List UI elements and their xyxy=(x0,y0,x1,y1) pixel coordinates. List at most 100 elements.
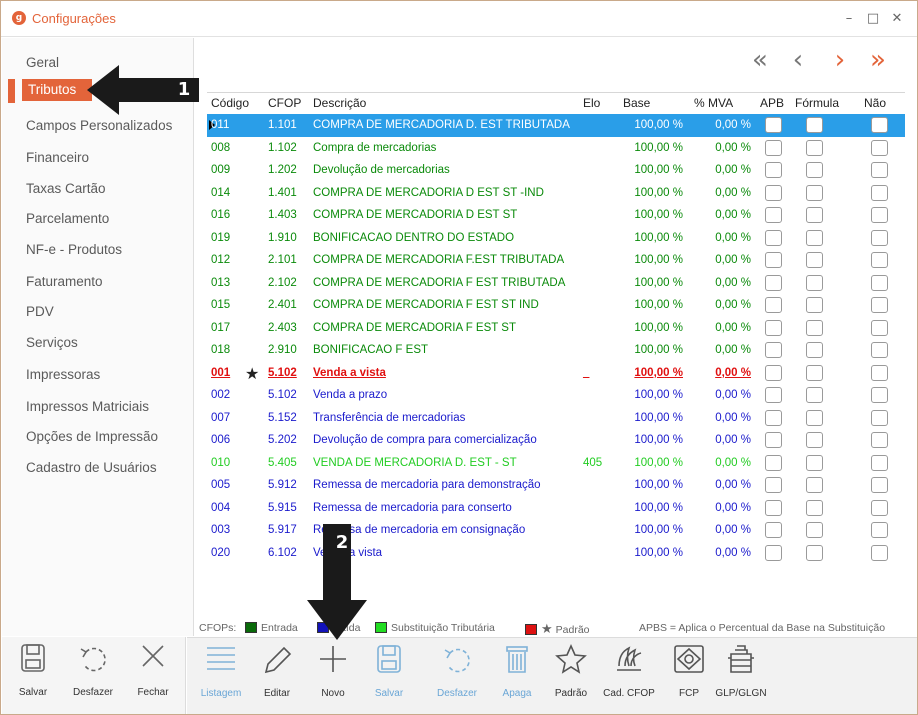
table-row[interactable]: 018 2.910 BONIFICACAO F EST 100,00 % 0,00 % xyxy=(207,339,905,362)
column-header-8[interactable]: Não xyxy=(864,96,886,110)
nao-checkbox[interactable] xyxy=(871,454,888,471)
sidebar-fechar-button[interactable]: Fechar xyxy=(124,637,182,714)
formula-checkbox[interactable] xyxy=(806,522,823,538)
table-row[interactable]: 005 5.912 Remessa de mercadoria para demon… xyxy=(207,474,905,497)
table-row[interactable]: 016 1.403 COMPRA DE MERCADORIA D EST ST 100… xyxy=(207,204,905,227)
sidebar-salvar-button[interactable]: Salvar xyxy=(4,637,62,714)
formula-checkbox[interactable] xyxy=(806,162,823,178)
apb-checkbox[interactable] xyxy=(765,544,782,561)
toolbar-cad-cfop-button[interactable]: Cad. CFOP xyxy=(599,638,659,715)
apb-checkbox[interactable] xyxy=(765,207,782,223)
table-row[interactable]: 007 5.152 Transferência de mercadorias 100,… xyxy=(207,407,905,430)
sidebar-item-impressos-matriciais[interactable]: Impressos Matriciais xyxy=(26,396,149,418)
apb-checkbox[interactable] xyxy=(765,184,782,201)
table-row[interactable]: 012 2.101 COMPRA DE MERCADORIA F.EST TRIBU… xyxy=(207,249,905,272)
nao-checkbox[interactable] xyxy=(871,117,888,133)
first-record-button[interactable]: « xyxy=(747,46,773,74)
nao-checkbox[interactable] xyxy=(871,274,888,291)
table-row[interactable]: 013 2.102 COMPRA DE MERCADORIA F EST TRIBU… xyxy=(207,272,905,295)
nao-checkbox[interactable] xyxy=(871,207,888,223)
column-header-4[interactable]: Base xyxy=(623,96,650,110)
formula-checkbox[interactable] xyxy=(806,319,823,336)
formula-checkbox[interactable] xyxy=(806,454,823,471)
sidebar-item-impressoras[interactable]: Impressoras xyxy=(26,364,100,386)
table-row[interactable]: 010 5.405 VENDA DE MERCADORIA D. EST - ST 4… xyxy=(207,452,905,475)
formula-checkbox[interactable] xyxy=(806,364,823,381)
table-row[interactable]: 011 1.101 COMPRA DE MERCADORIA D. EST TRIB… xyxy=(207,114,905,137)
column-header-1[interactable]: CFOP xyxy=(268,96,301,110)
toolbar-apaga-button[interactable]: Apaga xyxy=(487,638,547,715)
sidebar-item-opcoes-de-impressao[interactable]: Opções de Impressão xyxy=(26,426,158,448)
nao-checkbox[interactable] xyxy=(871,229,888,246)
formula-checkbox[interactable] xyxy=(806,297,823,313)
apb-checkbox[interactable] xyxy=(765,319,782,336)
formula-checkbox[interactable] xyxy=(806,544,823,561)
table-row[interactable]: 009 1.202 Devolução de mercadorias 100,00 %… xyxy=(207,159,905,182)
sidebar-item-geral[interactable]: Geral xyxy=(26,52,59,74)
close-window-button[interactable]: ✕ xyxy=(887,10,907,28)
apb-checkbox[interactable] xyxy=(765,252,782,268)
apb-checkbox[interactable] xyxy=(765,387,782,403)
minimize-button[interactable]: – xyxy=(839,10,859,28)
column-header-2[interactable]: Descrição xyxy=(313,96,366,110)
nao-checkbox[interactable] xyxy=(871,252,888,268)
sidebar-item-campos-personalizados[interactable]: Campos Personalizados xyxy=(26,115,172,137)
column-header-3[interactable]: Elo xyxy=(583,96,600,110)
apb-checkbox[interactable] xyxy=(765,409,782,426)
apb-checkbox[interactable] xyxy=(765,499,782,516)
formula-checkbox[interactable] xyxy=(806,139,823,156)
sidebar-item-parcelamento[interactable]: Parcelamento xyxy=(26,208,109,230)
sidebar-item-faturamento[interactable]: Faturamento xyxy=(26,271,103,293)
nao-checkbox[interactable] xyxy=(871,409,888,426)
table-row[interactable]: 015 2.401 COMPRA DE MERCADORIA F EST ST IN… xyxy=(207,294,905,317)
apb-checkbox[interactable] xyxy=(765,454,782,471)
nao-checkbox[interactable] xyxy=(871,184,888,201)
apb-checkbox[interactable] xyxy=(765,139,782,156)
sidebar-item-tributos[interactable]: Tributos xyxy=(22,79,92,101)
apb-checkbox[interactable] xyxy=(765,432,782,448)
table-row[interactable]: 017 2.403 COMPRA DE MERCADORIA F EST ST 100… xyxy=(207,317,905,340)
nao-checkbox[interactable] xyxy=(871,432,888,448)
apb-checkbox[interactable] xyxy=(765,274,782,291)
toolbar-listagem-button[interactable]: Listagem xyxy=(191,638,251,715)
table-row[interactable]: 001 5.102 Venda a vista _ 100,00 % 0,00 % ★ xyxy=(207,362,905,385)
formula-checkbox[interactable] xyxy=(806,252,823,268)
table-row[interactable]: 006 5.202 Devolução de compra para comerci… xyxy=(207,429,905,452)
apb-checkbox[interactable] xyxy=(765,117,782,133)
column-header-5[interactable]: % MVA xyxy=(694,96,733,110)
table-row[interactable]: 019 1.910 BONIFICACAO DENTRO DO ESTADO 100,… xyxy=(207,227,905,250)
sidebar-desfazer-button[interactable]: Desfazer xyxy=(64,637,122,714)
column-header-0[interactable]: Código xyxy=(211,96,249,110)
next-record-button[interactable]: › xyxy=(827,46,853,74)
formula-checkbox[interactable] xyxy=(806,432,823,448)
nao-checkbox[interactable] xyxy=(871,522,888,538)
apb-checkbox[interactable] xyxy=(765,364,782,381)
sidebar-item-cadastro-de-usuarios[interactable]: Cadastro de Usuários xyxy=(26,457,157,479)
toolbar-glp-glgn-button[interactable]: GLP/GLGN xyxy=(711,638,771,715)
apb-checkbox[interactable] xyxy=(765,229,782,246)
formula-checkbox[interactable] xyxy=(806,274,823,291)
formula-checkbox[interactable] xyxy=(806,207,823,223)
toolbar-salvar-button[interactable]: Salvar xyxy=(359,638,419,715)
nao-checkbox[interactable] xyxy=(871,387,888,403)
table-row[interactable]: 008 1.102 Compra de mercadorias 100,00 % 0,0… xyxy=(207,137,905,160)
apb-checkbox[interactable] xyxy=(765,522,782,538)
nao-checkbox[interactable] xyxy=(871,297,888,313)
prev-record-button[interactable]: ‹ xyxy=(785,46,811,74)
nao-checkbox[interactable] xyxy=(871,162,888,178)
nao-checkbox[interactable] xyxy=(871,499,888,516)
toolbar-fcp-button[interactable]: FCP xyxy=(659,638,719,715)
last-record-button[interactable]: » xyxy=(865,46,891,74)
sidebar-item-taxas-cartao[interactable]: Taxas Cartão xyxy=(26,178,106,200)
column-header-7[interactable]: Fórmula xyxy=(795,96,839,110)
apb-checkbox[interactable] xyxy=(765,162,782,178)
nao-checkbox[interactable] xyxy=(871,342,888,358)
sidebar-item-servicos[interactable]: Serviços xyxy=(26,332,78,354)
nao-checkbox[interactable] xyxy=(871,364,888,381)
formula-checkbox[interactable] xyxy=(806,387,823,403)
formula-checkbox[interactable] xyxy=(806,117,823,133)
toolbar-novo-button[interactable]: Novo xyxy=(303,638,363,715)
nao-checkbox[interactable] xyxy=(871,544,888,561)
apb-checkbox[interactable] xyxy=(765,477,782,493)
column-header-6[interactable]: APB xyxy=(760,96,784,110)
